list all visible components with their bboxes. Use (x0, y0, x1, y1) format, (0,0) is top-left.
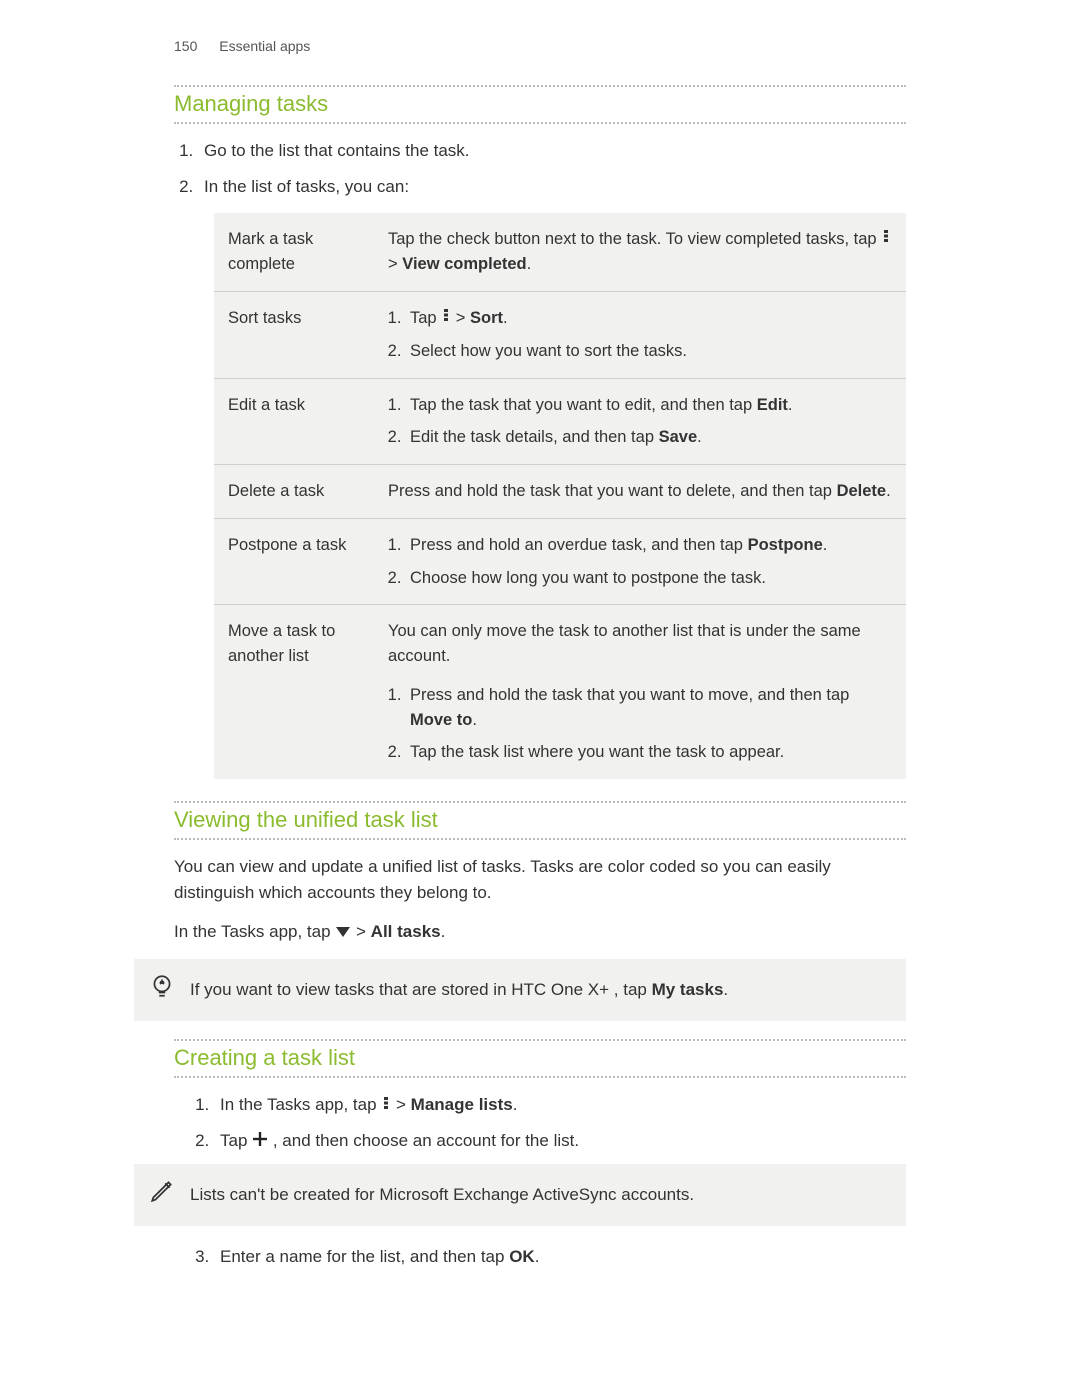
row-content: Tap the check button next to the task. T… (374, 213, 906, 291)
list-item: Edit the task details, and then tap Save… (406, 425, 894, 450)
row-label: Postpone a task (214, 518, 374, 605)
row-content: Tap the task that you want to edit, and … (374, 378, 906, 465)
step-item: In the Tasks app, tap > Manage lists. (214, 1092, 906, 1118)
table-row: Postpone a task Press and hold an overdu… (214, 518, 906, 605)
pencil-icon (134, 1178, 190, 1212)
row-content: Tap > Sort. Select how you want to sort … (374, 291, 906, 378)
creating-steps: In the Tasks app, tap > Manage lists. Ta… (214, 1092, 906, 1155)
table-row: Move a task to another list You can only… (214, 605, 906, 779)
row-intro: You can only move the task to another li… (388, 619, 894, 669)
table-row: Edit a task Tap the task that you want t… (214, 378, 906, 465)
step-item: In the list of tasks, you can: (198, 174, 906, 200)
overflow-menu-icon (381, 1092, 391, 1118)
creating-steps-cont: Enter a name for the list, and then tap … (214, 1244, 906, 1270)
overflow-menu-icon (441, 305, 451, 330)
header-section: Essential apps (219, 38, 310, 54)
table-row: Mark a task complete Tap the check butto… (214, 213, 906, 291)
table-row: Sort tasks Tap > Sort. Select how you wa… (214, 291, 906, 378)
section-title-managing: Managing tasks (174, 87, 906, 124)
row-label: Sort tasks (214, 291, 374, 378)
step-text: Go to the list that contains the task. (204, 141, 470, 160)
document-page: 150 Essential apps Managing tasks Go to … (0, 0, 1080, 1339)
managing-steps: Go to the list that contains the task. I… (198, 138, 906, 199)
row-content: You can only move the task to another li… (374, 605, 906, 779)
paragraph: In the Tasks app, tap > All tasks. (174, 919, 906, 945)
page-header: 150 Essential apps (174, 36, 906, 57)
step-item: Tap , and then choose an account for the… (214, 1128, 906, 1154)
page-number: 150 (174, 38, 197, 54)
row-label: Edit a task (214, 378, 374, 465)
list-item: Select how you want to sort the tasks. (406, 339, 894, 364)
list-item: Tap > Sort. (406, 306, 894, 331)
step-text: In the list of tasks, you can: (204, 177, 409, 196)
note-callout: Lists can't be created for Microsoft Exc… (134, 1164, 906, 1226)
list-item: Tap the task that you want to edit, and … (406, 393, 894, 418)
note-text: Lists can't be created for Microsoft Exc… (190, 1182, 694, 1208)
list-item: Choose how long you want to postpone the… (406, 566, 894, 591)
list-item: Tap the task list where you want the tas… (406, 740, 894, 765)
table-row: Delete a task Press and hold the task th… (214, 465, 906, 519)
dropdown-triangle-icon (335, 920, 351, 946)
row-label: Mark a task complete (214, 213, 374, 291)
overflow-menu-icon (881, 226, 891, 251)
tip-callout: If you want to view tasks that are store… (134, 959, 906, 1021)
list-item: Press and hold an overdue task, and then… (406, 533, 894, 558)
section-title-viewing: Viewing the unified task list (174, 803, 906, 840)
step-item: Go to the list that contains the task. (198, 138, 906, 164)
row-content: Press and hold an overdue task, and then… (374, 518, 906, 605)
list-item: Press and hold the task that you want to… (406, 683, 894, 733)
tip-text: If you want to view tasks that are store… (190, 977, 728, 1003)
lightbulb-icon (134, 973, 190, 1007)
paragraph: You can view and update a unified list o… (174, 854, 906, 905)
row-content: Press and hold the task that you want to… (374, 465, 906, 519)
row-label: Delete a task (214, 465, 374, 519)
plus-icon (252, 1129, 268, 1155)
step-item: Enter a name for the list, and then tap … (214, 1244, 906, 1270)
row-label: Move a task to another list (214, 605, 374, 779)
tasks-table: Mark a task complete Tap the check butto… (214, 213, 906, 779)
section-title-creating: Creating a task list (174, 1041, 906, 1078)
